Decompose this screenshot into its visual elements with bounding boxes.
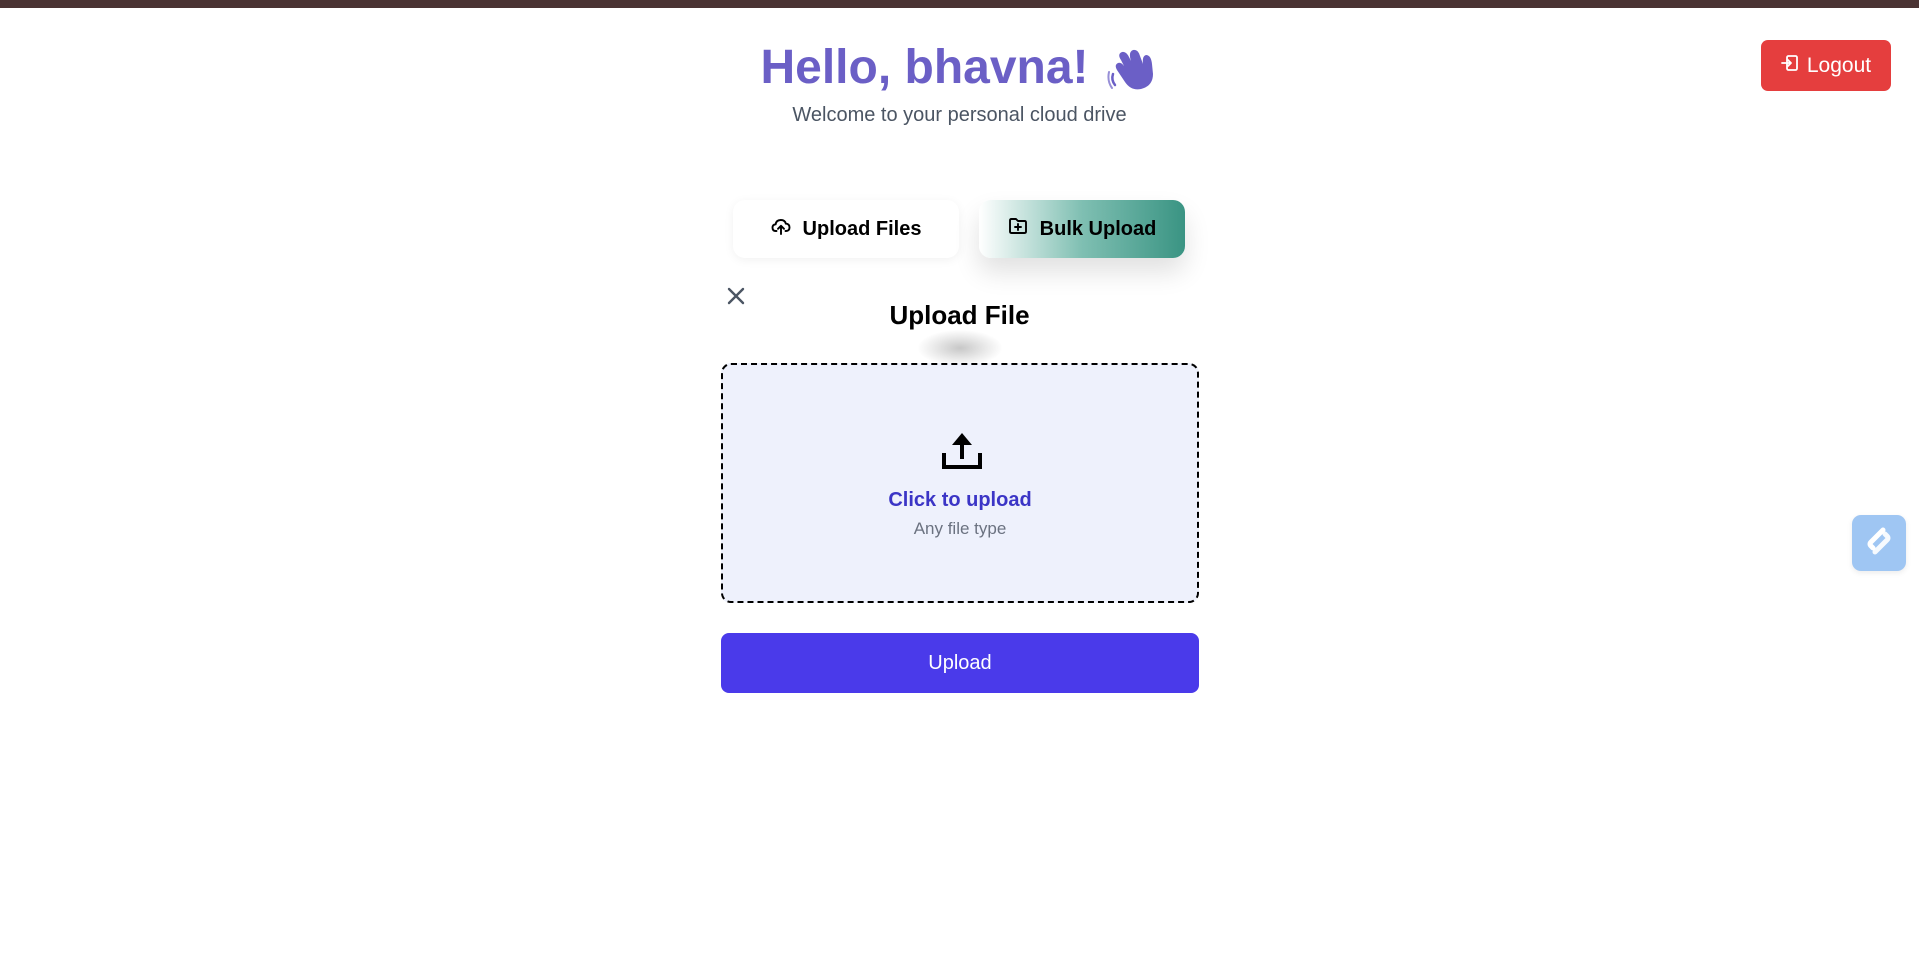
top-accent-bar [0, 0, 1919, 8]
folder-plus-icon [1008, 216, 1028, 242]
cloud-upload-icon [771, 216, 791, 242]
upload-submit-button[interactable]: Upload [721, 633, 1199, 693]
tab-upload-files-label: Upload Files [802, 217, 922, 240]
waving-hand-icon [1106, 42, 1159, 94]
upload-tray-icon [940, 431, 984, 471]
upload-mode-tabs: Upload Files Bulk Upload [733, 200, 1185, 258]
logout-label: Logout [1806, 53, 1872, 77]
logout-icon [1780, 54, 1799, 78]
tab-upload-files[interactable]: Upload Files [733, 200, 959, 258]
page-subtitle: Welcome to your personal cloud drive [792, 104, 1127, 126]
file-dropzone[interactable]: Click to upload Any file type [721, 363, 1199, 603]
greeting-title: Hello, bhavna! [760, 41, 1089, 94]
title-shadow [918, 330, 1002, 366]
floating-assistant-widget[interactable] [1852, 515, 1906, 571]
greeting-header: Hello, bhavna! [0, 38, 1919, 98]
dropzone-prompt: Click to upload [888, 489, 1032, 511]
tab-bulk-upload-label: Bulk Upload [1039, 217, 1157, 240]
logout-button[interactable]: Logout [1761, 40, 1891, 91]
assistant-logo-icon [1862, 524, 1896, 563]
upload-panel-title: Upload File [889, 300, 1030, 330]
tab-bulk-upload[interactable]: Bulk Upload [979, 200, 1185, 258]
dropzone-hint: Any file type [913, 519, 1007, 538]
